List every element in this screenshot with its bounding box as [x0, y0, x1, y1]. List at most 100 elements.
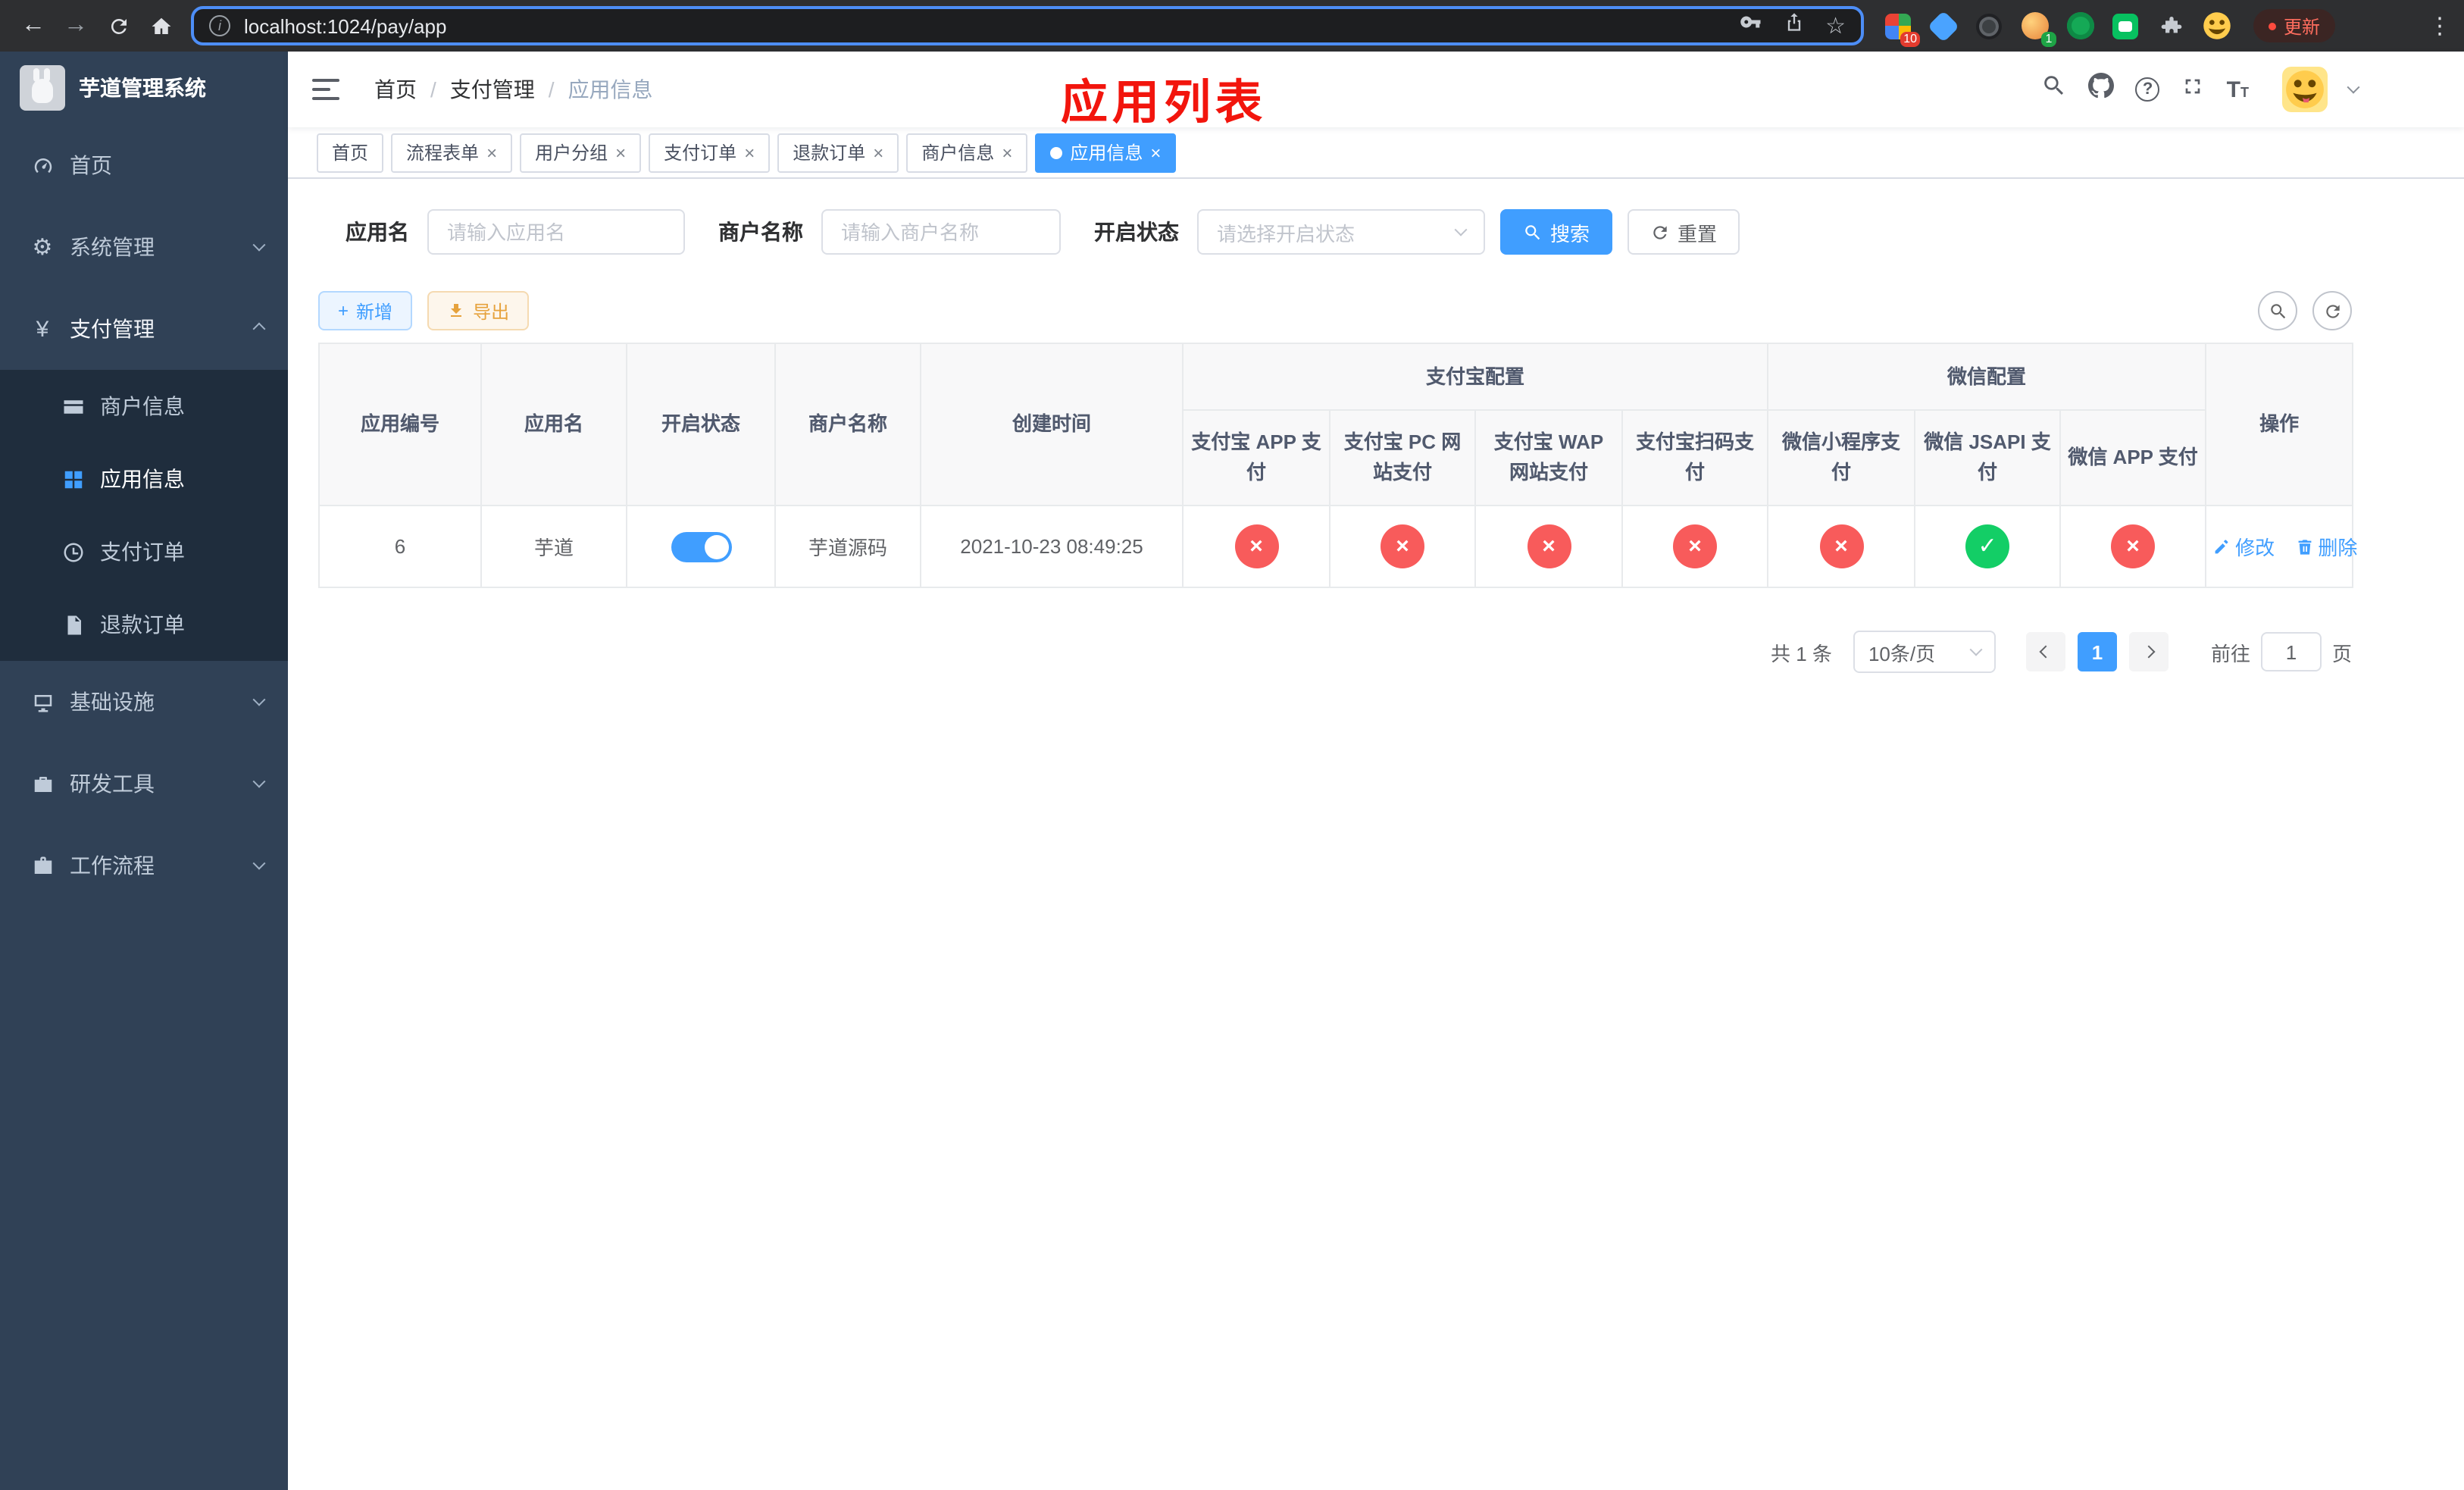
extensions-puzzle-icon[interactable] — [2155, 10, 2187, 42]
col-created-at: 创建时间 — [920, 343, 1184, 506]
bookmark-star-icon[interactable]: ☆ — [1825, 14, 1846, 37]
home-icon[interactable] — [139, 5, 182, 47]
yen-icon: ¥ — [36, 316, 49, 342]
gear-icon: ⚙ — [32, 235, 53, 261]
edit-button[interactable]: 修改 — [2212, 532, 2275, 561]
col-wechat-app: 微信 APP 支付 — [2059, 409, 2207, 506]
close-icon[interactable]: × — [486, 143, 497, 161]
tab-merchant-info[interactable]: 商户信息 × — [906, 133, 1028, 172]
fullscreen-icon[interactable] — [2181, 74, 2206, 105]
sidebar-item-system[interactable]: ⚙ 系统管理 — [0, 206, 288, 288]
sidebar-item-home[interactable]: 首页 — [0, 124, 288, 206]
tab-user-group[interactable]: 用户分组 × — [520, 133, 642, 172]
extension-badge: 10 — [1900, 31, 1920, 46]
logo[interactable]: 芋道管理系统 — [0, 52, 288, 124]
prev-page-button[interactable] — [2025, 632, 2065, 671]
alipay-wap-disabled-icon: × — [1527, 524, 1571, 568]
extension-wechat-icon[interactable] — [2109, 10, 2141, 42]
sidebar-item-dev-tools[interactable]: 研发工具 — [0, 743, 288, 825]
page-size-select[interactable]: 10条/页 — [1853, 631, 1996, 673]
close-icon[interactable]: × — [1150, 143, 1161, 161]
goto-page-input[interactable] — [2260, 632, 2322, 671]
chevron-down-icon — [252, 693, 266, 706]
chevron-down-icon — [252, 856, 266, 870]
sidebar-item-workflow[interactable]: 工作流程 — [0, 825, 288, 906]
breadcrumb-payment[interactable]: 支付管理 — [450, 74, 535, 105]
url-text[interactable]: localhost:1024/pay/app — [244, 14, 446, 37]
tab-process-form[interactable]: 流程表单 × — [391, 133, 513, 172]
github-icon[interactable] — [2088, 73, 2115, 106]
tab-home[interactable]: 首页 — [317, 133, 384, 172]
export-button[interactable]: 导出 — [427, 291, 530, 330]
search-button[interactable]: 搜索 — [1500, 209, 1613, 255]
tab-app-info[interactable]: 应用信息 × — [1035, 133, 1177, 172]
update-button[interactable]: 更新 — [2253, 9, 2336, 42]
col-alipay-wap: 支付宝 WAP 网站支付 — [1474, 409, 1623, 506]
breadcrumb-app-info: 应用信息 — [568, 77, 653, 102]
toggle-search-button[interactable] — [2258, 291, 2297, 330]
page-info-icon[interactable]: i — [209, 15, 230, 36]
goto-label: 前往 — [2210, 642, 2250, 665]
sidebar-item-refund-order[interactable]: 退款订单 — [0, 588, 288, 661]
chevron-down-icon — [252, 238, 266, 252]
font-size-icon[interactable]: TT — [2227, 78, 2249, 101]
close-icon[interactable]: × — [615, 143, 626, 161]
sidebar-item-merchant-info[interactable]: 商户信息 — [0, 370, 288, 443]
sidebar-item-payment[interactable]: ¥ 支付管理 — [0, 288, 288, 370]
share-icon[interactable] — [1783, 11, 1804, 41]
password-key-icon[interactable] — [1739, 11, 1762, 41]
avatar-dropdown-icon[interactable] — [2347, 80, 2360, 94]
extension-green-circle-icon[interactable] — [2064, 10, 2096, 42]
extension-gem-icon[interactable] — [1927, 9, 1960, 42]
hamburger-icon[interactable] — [311, 74, 341, 105]
col-merchant-name: 商户名称 — [774, 343, 921, 506]
extension-avatar-icon[interactable]: 1 — [2018, 10, 2056, 46]
status-select[interactable]: 请选择开启状态 — [1197, 209, 1485, 255]
sidebar: 芋道管理系统 首页 ⚙ 系统管理 ¥ 支付管理 商户信息 应用信息 支付订单 退… — [0, 52, 288, 1490]
update-dot-icon — [2269, 22, 2276, 30]
sidebar-item-pay-order[interactable]: 支付订单 — [0, 515, 288, 588]
browser-menu-icon[interactable]: ⋮ — [2425, 12, 2455, 39]
close-icon[interactable]: × — [1002, 143, 1012, 161]
tab-refund-order[interactable]: 退款订单 × — [777, 133, 899, 172]
close-icon[interactable]: × — [873, 143, 883, 161]
merchant-name-input[interactable] — [821, 209, 1061, 255]
delete-button[interactable]: 删除 — [2295, 532, 2357, 561]
url-bar[interactable]: i localhost:1024/pay/app ☆ — [191, 6, 1864, 45]
breadcrumb-home[interactable]: 首页 — [374, 74, 417, 105]
add-button[interactable]: + 新增 — [318, 291, 413, 330]
reload-icon[interactable] — [97, 5, 139, 47]
col-alipay-qr: 支付宝扫码支付 — [1621, 409, 1769, 506]
navbar-actions: ? TT — [2042, 67, 2360, 112]
help-icon[interactable]: ? — [2135, 77, 2160, 102]
alipay-app-disabled-icon: × — [1234, 524, 1278, 568]
cell-status — [626, 505, 776, 588]
close-icon[interactable]: × — [744, 143, 755, 161]
page-number-button[interactable]: 1 — [2077, 632, 2117, 671]
toolbox-icon — [30, 772, 55, 796]
cell-app-id: 6 — [318, 505, 482, 588]
cell-app-name: 芋道 — [480, 505, 627, 588]
user-avatar[interactable] — [2282, 67, 2328, 112]
status-toggle[interactable] — [671, 531, 731, 562]
sidebar-item-infrastructure[interactable]: 基础设施 — [0, 661, 288, 743]
chevron-down-icon — [1969, 643, 1983, 656]
app-name-input[interactable] — [427, 209, 685, 255]
back-icon[interactable]: ← — [12, 5, 55, 47]
extension-grid-icon[interactable]: 10 — [1882, 10, 1920, 46]
chevron-up-icon — [252, 322, 266, 336]
page-content: 应用名 商户名称 开启状态 请选择开启状态 搜索 重置 — [288, 179, 2464, 1490]
card-icon — [61, 394, 85, 418]
reset-button[interactable]: 重置 — [1628, 209, 1740, 255]
profile-avatar-icon[interactable] — [2200, 10, 2232, 42]
tab-pay-order[interactable]: 支付订单 × — [649, 133, 771, 172]
refresh-button[interactable] — [2312, 291, 2352, 330]
extension-globe-icon[interactable] — [1973, 10, 2005, 42]
top-navbar: 首页 / 支付管理 / 应用信息 ? TT — [288, 52, 2464, 127]
search-icon[interactable] — [2042, 73, 2068, 106]
sidebar-item-app-info[interactable]: 应用信息 — [0, 443, 288, 515]
table-toolbar: + 新增 导出 — [318, 291, 2352, 330]
next-page-button[interactable] — [2128, 632, 2169, 671]
monitor-icon — [30, 690, 55, 714]
forward-icon[interactable]: → — [55, 5, 97, 47]
